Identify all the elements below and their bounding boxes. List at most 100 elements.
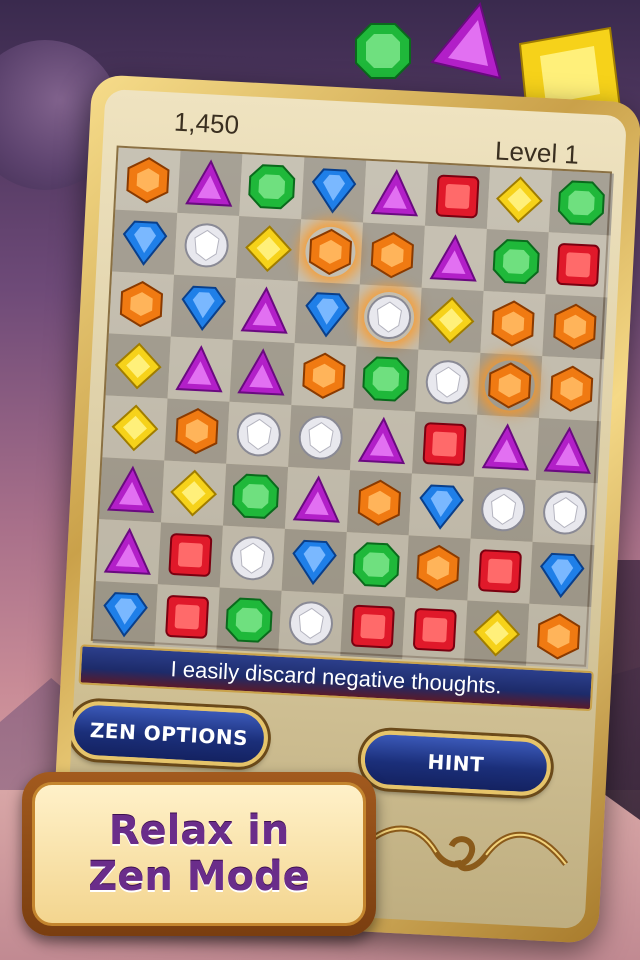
yellow-gem-icon[interactable]: [242, 222, 295, 275]
board-cell[interactable]: [154, 584, 220, 650]
red-gem-icon[interactable]: [552, 239, 605, 292]
orange-gem-icon[interactable]: [483, 359, 536, 412]
orange-gem-icon[interactable]: [487, 297, 540, 350]
orange-gem-icon[interactable]: [298, 349, 351, 402]
board-cell[interactable]: [470, 476, 536, 542]
board-cell[interactable]: [288, 405, 354, 471]
board-cell[interactable]: [167, 336, 233, 402]
orange-gem-icon[interactable]: [532, 610, 585, 663]
blue-gem-icon[interactable]: [536, 548, 589, 601]
board-cell[interactable]: [92, 581, 158, 647]
board-cell[interactable]: [467, 538, 533, 604]
yellow-gem-icon[interactable]: [167, 467, 220, 520]
green-gem-icon[interactable]: [229, 470, 282, 523]
blue-gem-icon[interactable]: [415, 480, 468, 533]
red-gem-icon[interactable]: [347, 600, 400, 653]
board-cell[interactable]: [229, 339, 295, 406]
purple-gem-icon[interactable]: [428, 232, 481, 285]
board-cell[interactable]: [486, 167, 553, 233]
board-cell[interactable]: [526, 603, 592, 669]
white-gem-icon[interactable]: [180, 219, 233, 272]
blue-gem-icon[interactable]: [288, 535, 341, 588]
board-cell[interactable]: [343, 532, 409, 598]
board-cell[interactable]: [99, 457, 165, 523]
board-cell[interactable]: [548, 170, 614, 236]
yellow-gem-icon[interactable]: [109, 402, 162, 455]
board-cell[interactable]: [350, 408, 416, 474]
purple-gem-icon[interactable]: [356, 415, 409, 468]
red-gem-icon[interactable]: [431, 170, 484, 223]
yellow-gem-icon[interactable]: [493, 173, 546, 226]
hint-button[interactable]: HINT: [359, 729, 553, 798]
board-cell[interactable]: [291, 343, 357, 409]
board-cell[interactable]: [297, 219, 364, 285]
orange-gem-icon[interactable]: [115, 278, 168, 331]
board-cell[interactable]: [102, 395, 168, 461]
board-cell[interactable]: [424, 163, 491, 230]
board-cell[interactable]: [281, 528, 347, 595]
board-cell[interactable]: [529, 541, 595, 608]
green-gem-icon[interactable]: [555, 177, 608, 230]
board-cell[interactable]: [294, 281, 360, 347]
purple-gem-icon[interactable]: [291, 473, 344, 526]
green-gem-icon[interactable]: [350, 538, 403, 591]
blue-gem-icon[interactable]: [177, 281, 230, 334]
board-cell[interactable]: [408, 473, 474, 539]
purple-gem-icon[interactable]: [102, 525, 155, 578]
orange-gem-icon[interactable]: [366, 229, 419, 282]
board-cell[interactable]: [95, 519, 162, 585]
purple-gem-icon[interactable]: [174, 343, 227, 396]
board-cell[interactable]: [363, 160, 429, 226]
board-cell[interactable]: [405, 535, 471, 601]
board-cell[interactable]: [112, 209, 178, 275]
board-cell[interactable]: [108, 271, 175, 337]
orange-gem-icon[interactable]: [122, 154, 175, 207]
red-gem-icon[interactable]: [409, 604, 462, 657]
green-gem-icon[interactable]: [223, 594, 276, 647]
board-cell[interactable]: [418, 287, 484, 353]
board-cell[interactable]: [346, 470, 412, 536]
board-cell[interactable]: [359, 222, 425, 288]
orange-gem-icon[interactable]: [353, 477, 406, 530]
board-cell[interactable]: [545, 232, 611, 298]
orange-gem-icon[interactable]: [304, 226, 357, 279]
purple-gem-icon[interactable]: [105, 464, 158, 517]
board-cell[interactable]: [105, 333, 171, 399]
white-gem-icon[interactable]: [422, 356, 475, 409]
board-cell[interactable]: [284, 466, 351, 533]
board-cell[interactable]: [532, 479, 598, 546]
board-cell[interactable]: [232, 277, 298, 344]
green-gem-icon[interactable]: [360, 353, 413, 406]
yellow-gem-icon[interactable]: [425, 294, 478, 347]
purple-gem-icon[interactable]: [480, 421, 533, 474]
white-gem-icon[interactable]: [226, 532, 279, 585]
board-cell[interactable]: [477, 352, 543, 419]
purple-gem-icon[interactable]: [236, 346, 289, 399]
board-cell[interactable]: [542, 294, 608, 360]
board-cell[interactable]: [161, 460, 227, 526]
board-cell[interactable]: [353, 346, 419, 412]
purple-gem-icon[interactable]: [369, 167, 422, 220]
board-cell[interactable]: [421, 225, 487, 291]
orange-gem-icon[interactable]: [545, 362, 598, 415]
board-cell[interactable]: [157, 522, 223, 588]
board-cell[interactable]: [356, 284, 422, 350]
board-cell[interactable]: [174, 212, 240, 278]
board-cell[interactable]: [226, 401, 292, 467]
purple-gem-icon[interactable]: [184, 157, 237, 210]
gem-board[interactable]: [90, 145, 614, 669]
board-cell[interactable]: [464, 600, 530, 666]
board-cell[interactable]: [539, 356, 605, 422]
board-cell[interactable]: [239, 154, 305, 220]
purple-gem-icon[interactable]: [239, 284, 292, 337]
board-cell[interactable]: [415, 349, 481, 415]
red-gem-icon[interactable]: [418, 418, 471, 471]
board-cell[interactable]: [216, 587, 282, 653]
board-cell[interactable]: [483, 229, 549, 295]
orange-gem-icon[interactable]: [171, 405, 224, 458]
board-cell[interactable]: [164, 398, 230, 464]
blue-gem-icon[interactable]: [307, 164, 360, 217]
board-cell[interactable]: [535, 418, 601, 484]
orange-gem-icon[interactable]: [549, 301, 602, 354]
board-cell[interactable]: [219, 525, 285, 591]
